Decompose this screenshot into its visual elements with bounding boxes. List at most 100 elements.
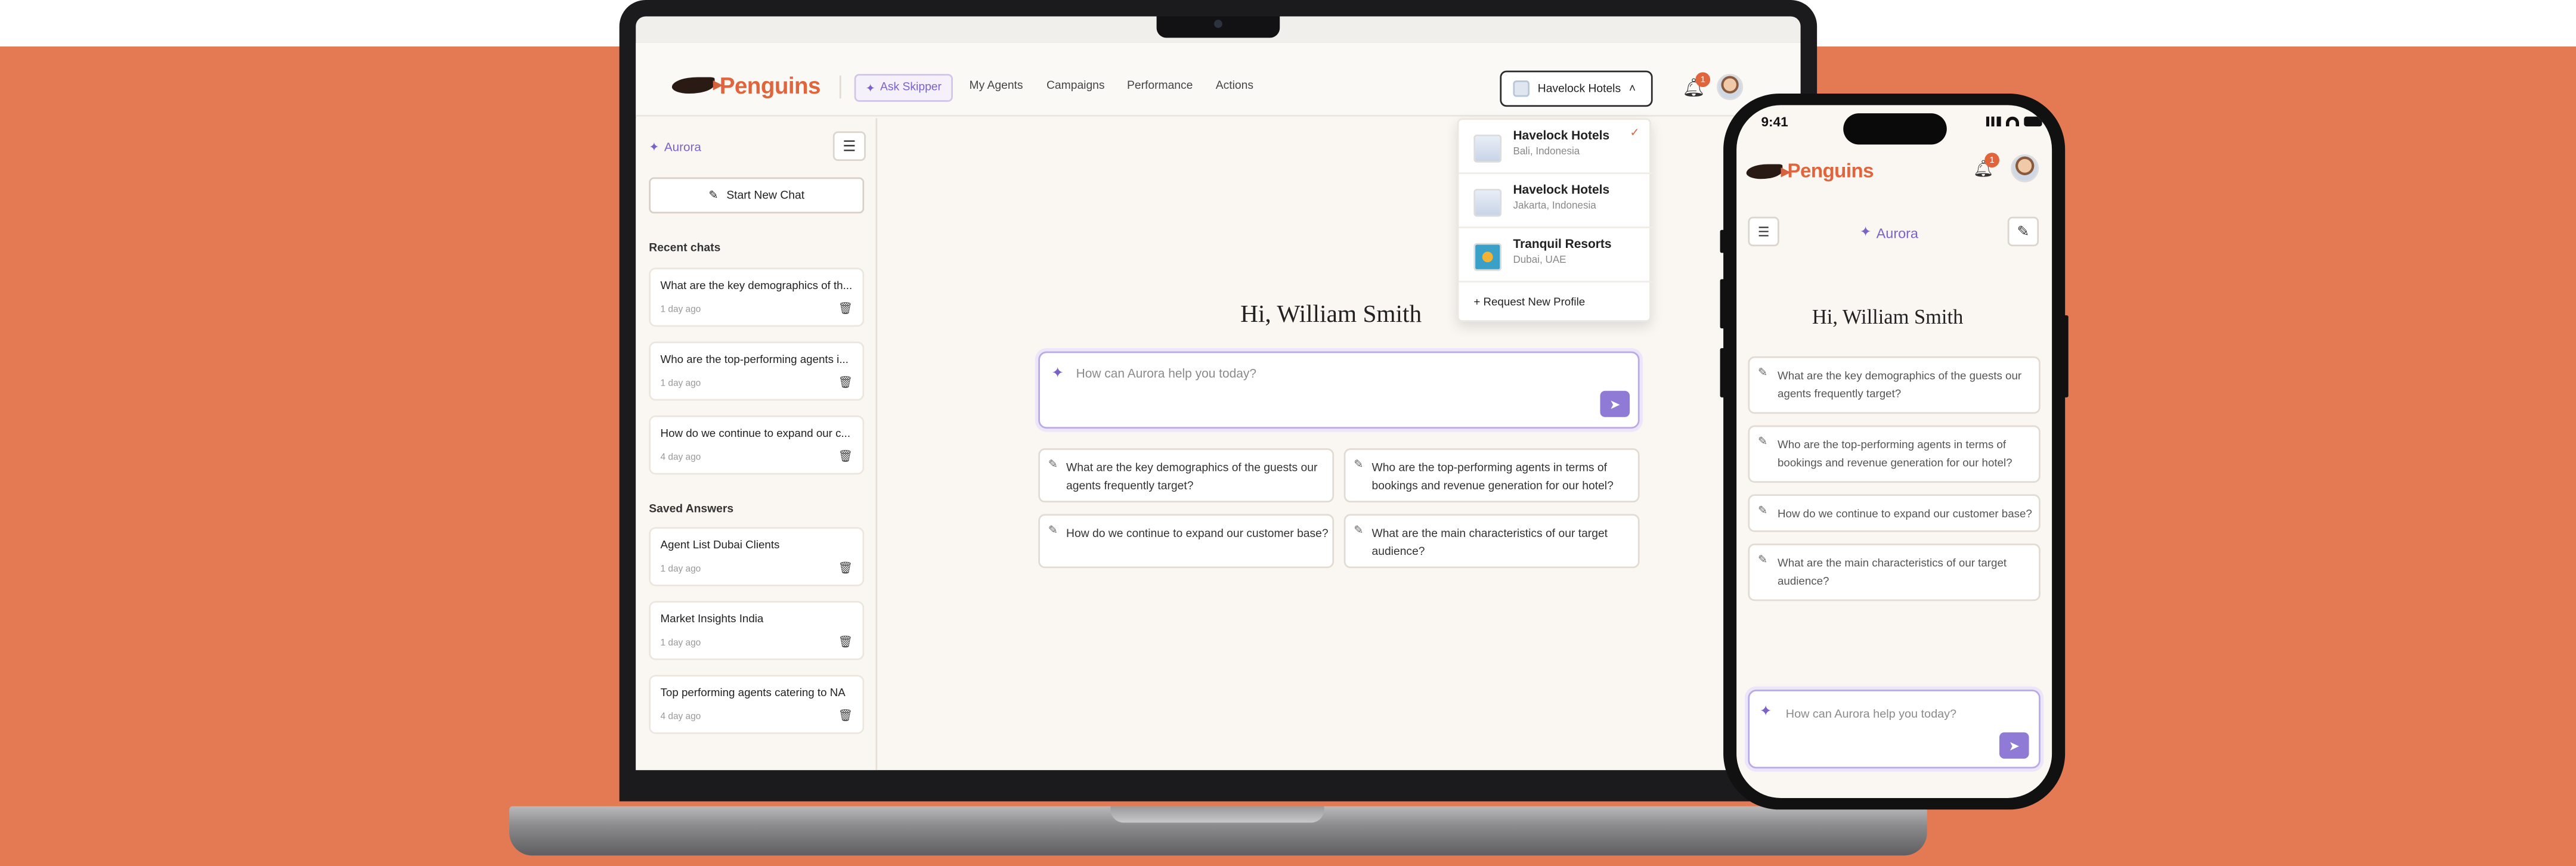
phone-header-title: ✦ Aurora — [1860, 224, 1918, 241]
saved-answers-title: Saved Answers — [649, 504, 734, 516]
suggestion-card[interactable]: ✎ What are the main characteristics of o… — [1748, 543, 2041, 601]
suggestion-text: What are the main characteristics of our… — [1778, 558, 2007, 588]
brand-name: Penguins — [1787, 159, 1874, 182]
nav-my-agents[interactable]: My Agents — [970, 80, 1023, 92]
prompt-input[interactable]: How can Aurora help you today? — [1076, 366, 1256, 381]
user-avatar[interactable] — [1717, 73, 1744, 101]
sidebar-collapse-icon: ☰ — [843, 137, 856, 154]
prompt-input[interactable]: How can Aurora help you today? — [1786, 706, 1956, 721]
edit-icon: ✎ — [708, 190, 719, 202]
trash-icon[interactable]: 🗑︎ — [838, 635, 852, 648]
suggestion-card[interactable]: ✎ Who are the top-performing agents in t… — [1748, 425, 2041, 483]
notification-badge: 1 — [1695, 72, 1711, 88]
prompt-input-box[interactable]: ✦ How can Aurora help you today? ➤ — [1038, 351, 1640, 429]
trash-icon[interactable]: 🗑︎ — [838, 561, 852, 575]
saved-answer-item[interactable]: Agent List Dubai Clients 1 day ago 🗑︎ — [649, 527, 865, 586]
notification-badge: 1 — [1984, 153, 1999, 168]
suggestion-card[interactable]: ✎ How do we continue to expand our custo… — [1038, 514, 1335, 569]
nav-performance[interactable]: Performance — [1127, 80, 1193, 92]
prompt-input-box[interactable]: ✦ How can Aurora help you today? ➤ — [1748, 690, 2041, 769]
hotel-logo-icon — [1473, 134, 1502, 163]
plus-icon: + — [1473, 297, 1484, 309]
suggestion-card[interactable]: ✎ Who are the top-performing agents in t… — [1343, 448, 1640, 503]
new-chat-button[interactable]: ✎ — [2007, 216, 2039, 247]
suggestion-text: How do we continue to expand our custome… — [1778, 509, 2032, 521]
chat-title: What are the key demographics of th... — [660, 281, 853, 293]
wifi-icon — [2005, 116, 2020, 127]
wand-icon: ✎ — [1048, 525, 1058, 537]
suggestion-text: What are the key demographics of the gue… — [1778, 371, 2022, 401]
ask-skipper-button[interactable]: ✦ Ask Skipper — [854, 73, 953, 102]
brand-logo[interactable]: Penguins — [1746, 159, 1874, 182]
profile-option[interactable]: Havelock Hotels Jakarta, Indonesia — [1459, 174, 1653, 228]
laptop-camera — [1214, 20, 1222, 28]
profile-option[interactable]: Tranquil Resorts Dubai, UAE — [1459, 228, 1653, 283]
saved-time: 1 day ago — [660, 564, 701, 575]
suggestion-card[interactable]: ✎ What are the key demographics of the g… — [1038, 448, 1335, 503]
start-new-chat-button[interactable]: ✎ Start New Chat — [649, 177, 865, 214]
trash-icon[interactable]: 🗑︎ — [838, 450, 852, 463]
brand-logo[interactable]: Penguins — [671, 72, 821, 98]
send-button[interactable]: ➤ — [1600, 390, 1630, 417]
request-profile-label: Request New Profile — [1483, 297, 1586, 309]
recent-chat-item[interactable]: How do we continue to expand our c... 4 … — [649, 415, 865, 475]
profile-location: Dubai, UAE — [1513, 254, 1566, 266]
sparkle-icon: ✦ — [649, 139, 660, 154]
suggestion-card[interactable]: ✎ What are the main characteristics of o… — [1343, 514, 1640, 569]
sidebar-toggle-button[interactable]: ☰ — [1748, 216, 1779, 247]
laptop-screen: Penguins ✦ Ask Skipper My Agents Campaig… — [636, 42, 1801, 771]
nav-actions[interactable]: Actions — [1216, 80, 1253, 92]
edit-icon: ✎ — [2017, 222, 2030, 239]
chat-time: 4 day ago — [660, 453, 701, 463]
aurora-label: Aurora — [1876, 224, 1918, 241]
sidebar-collapse-icon: ☰ — [1757, 224, 1770, 239]
saved-answer-item[interactable]: Market Insights India 1 day ago 🗑︎ — [649, 601, 865, 660]
profile-location: Jakarta, Indonesia — [1513, 200, 1596, 212]
saved-answer-item[interactable]: Top performing agents catering to NA 4 d… — [649, 675, 865, 734]
greeting-heading: Hi, William Smith — [1240, 302, 1422, 329]
battery-icon — [2024, 116, 2042, 127]
trash-icon[interactable]: 🗑︎ — [838, 302, 852, 315]
profile-switcher-button[interactable]: Havelock Hotels ˄ — [1500, 70, 1653, 107]
sparkle-icon: ✦ — [1759, 703, 1772, 719]
trash-icon[interactable]: 🗑︎ — [838, 376, 852, 389]
send-button[interactable]: ➤ — [1999, 732, 2029, 759]
chat-time: 1 day ago — [660, 305, 701, 315]
suggestion-card[interactable]: ✎ How do we continue to expand our custo… — [1748, 494, 2041, 532]
sidebar-collapse-button[interactable]: ☰ — [832, 131, 866, 161]
sparkle-icon: ✦ — [865, 83, 875, 95]
recent-chats-title: Recent chats — [649, 243, 721, 255]
wand-icon: ✎ — [1354, 525, 1364, 537]
saved-title: Top performing agents catering to NA — [660, 688, 846, 700]
start-new-chat-label: Start New Chat — [726, 190, 805, 201]
send-icon: ➤ — [2008, 738, 2020, 753]
profile-selected-label: Havelock Hotels — [1537, 83, 1621, 95]
profile-dropdown-menu: Havelock Hotels Bali, Indonesia ✓ Havelo… — [1457, 118, 1653, 322]
wand-icon: ✎ — [1048, 460, 1058, 471]
hotel-logo-icon — [1473, 188, 1502, 217]
greeting-heading: Hi, William Smith — [1812, 305, 1964, 329]
recent-chat-item[interactable]: What are the key demographics of th... 1… — [649, 268, 865, 327]
profile-location: Bali, Indonesia — [1513, 146, 1580, 158]
suggestion-text: Who are the top-performing agents in ter… — [1778, 440, 2012, 470]
check-icon: ✓ — [1630, 128, 1640, 140]
wand-icon: ✎ — [1757, 505, 1768, 517]
profile-option[interactable]: Havelock Hotels Bali, Indonesia ✓ — [1459, 120, 1653, 175]
wand-icon: ✎ — [1757, 368, 1768, 380]
chat-title: How do we continue to expand our c... — [660, 429, 851, 440]
request-new-profile-button[interactable]: + Request New Profile — [1473, 297, 1585, 309]
suggestion-card[interactable]: ✎ What are the key demographics of the g… — [1748, 356, 2041, 414]
suggestion-text: How do we continue to expand our custome… — [1066, 529, 1329, 541]
wand-icon: ✎ — [1757, 436, 1768, 449]
saved-title: Market Insights India — [660, 614, 764, 626]
signal-icon — [1986, 116, 2001, 127]
nav-campaigns[interactable]: Campaigns — [1046, 80, 1105, 92]
wand-icon: ✎ — [1354, 460, 1364, 471]
suggestion-text: What are the key demographics of the gue… — [1066, 463, 1318, 493]
chat-sidebar: ✦ Aurora ☰ ✎ Start New Chat Recent chats… — [636, 118, 878, 771]
trash-icon[interactable]: 🗑︎ — [838, 709, 852, 722]
user-avatar[interactable] — [2011, 154, 2039, 182]
sparkle-icon: ✦ — [1051, 364, 1064, 381]
suggestion-text: What are the main characteristics of our… — [1371, 529, 1608, 558]
recent-chat-item[interactable]: Who are the top-performing agents i... 1… — [649, 342, 865, 401]
